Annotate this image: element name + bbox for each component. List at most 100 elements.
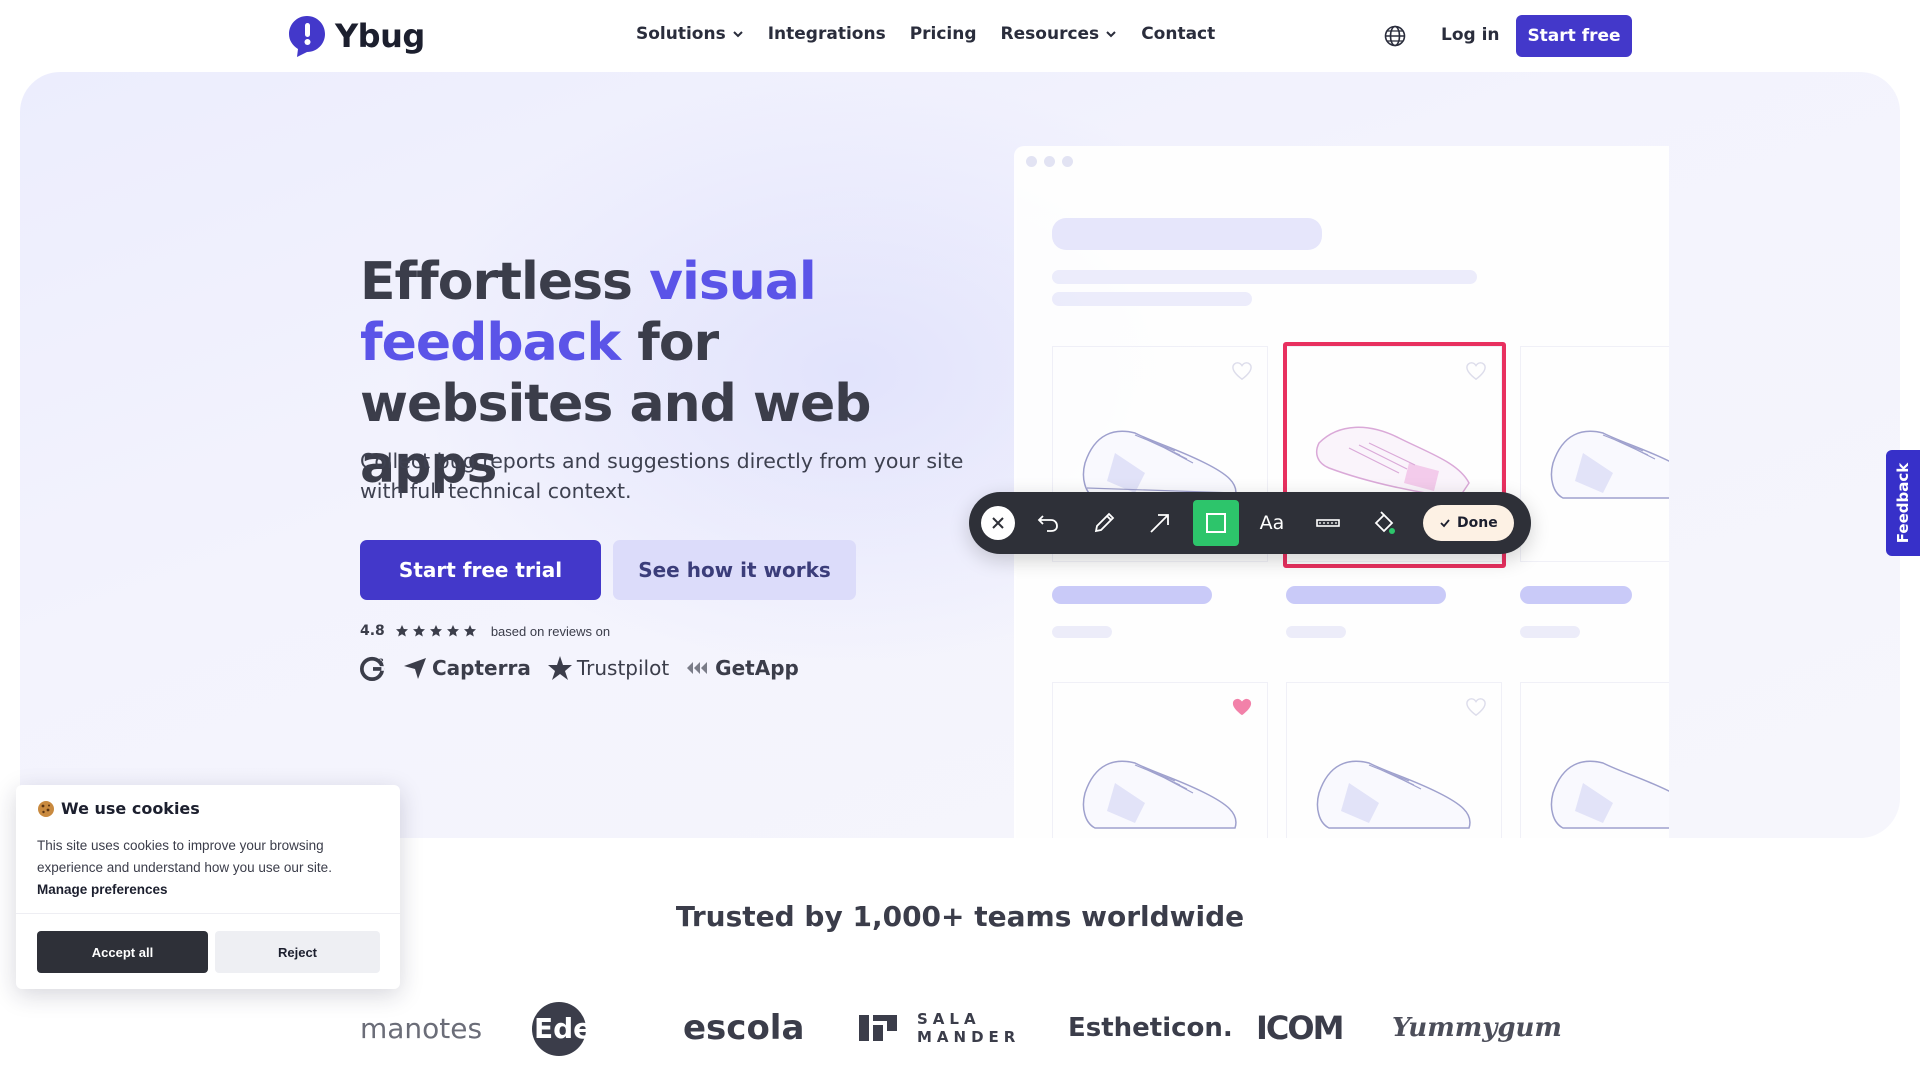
cookie-title-row: We use cookies: [37, 799, 200, 818]
icom-logo: ICOM: [1256, 998, 1344, 1058]
nav-solutions[interactable]: Solutions: [636, 24, 744, 44]
heart-icon[interactable]: [1231, 361, 1253, 381]
capterra-label: Capterra: [432, 656, 531, 680]
nav-pricing-label: Pricing: [909, 24, 977, 44]
placeholder-pill: [1052, 626, 1112, 638]
capterra-logo[interactable]: Capterra: [402, 655, 531, 681]
yummygum-logo: Yummygum: [1392, 998, 1562, 1058]
product-card[interactable]: [1520, 682, 1669, 838]
shoe-image: [1082, 760, 1237, 829]
nav-integrations[interactable]: Integrations: [768, 24, 886, 44]
rating-stars: [395, 624, 477, 638]
check-icon: [1440, 519, 1450, 528]
star-icon: [429, 625, 442, 637]
nav-integrations-label: Integrations: [767, 24, 886, 44]
placeholder-pill: [1052, 586, 1212, 604]
globe-icon[interactable]: [1383, 24, 1407, 48]
cookie-text: This site uses cookies to improve your b…: [37, 838, 332, 875]
capterra-icon: [404, 658, 426, 679]
cookie-icon: [38, 800, 54, 817]
star-icon: [412, 625, 425, 637]
salamander-logo: SALA MANDER: [857, 998, 1020, 1058]
feedback-tab-label: Feedback: [1894, 462, 1913, 544]
yummygum-label: Yummygum: [1392, 1013, 1562, 1043]
shoe-image: [1316, 760, 1471, 829]
nav-resources-label: Resources: [1000, 24, 1100, 44]
star-icon: [463, 625, 476, 637]
cookie-dialog: We use cookies This site uses cookies to…: [16, 785, 400, 989]
text-tool[interactable]: Aa: [1249, 500, 1295, 546]
heart-icon[interactable]: [1465, 697, 1487, 717]
escola-logo: escola: [683, 998, 804, 1058]
getapp-logo[interactable]: GetApp: [685, 655, 799, 681]
product-card[interactable]: [1052, 682, 1268, 838]
ybug-logo[interactable]: Ybug: [287, 14, 425, 58]
salamander-line1: SALA: [917, 1010, 981, 1028]
see-how-it-works-button[interactable]: See how it works: [613, 540, 856, 600]
placeholder-pill: [1520, 626, 1580, 638]
done-button[interactable]: Done: [1423, 505, 1514, 541]
undo-icon[interactable]: [1025, 500, 1071, 546]
hero-subtitle: Collect bug reports and suggestions dire…: [360, 449, 964, 503]
manage-preferences-link[interactable]: Manage preferences: [37, 879, 377, 901]
shoe-image: [1550, 760, 1669, 829]
start-free-button[interactable]: Start free: [1516, 15, 1632, 57]
hero-section: Aa Done Effortless visual feedback for w…: [20, 72, 1900, 838]
blur-icon[interactable]: [1305, 500, 1351, 546]
shoe-image: [1550, 430, 1669, 499]
estheticon-label: Estheticon.: [1068, 1013, 1233, 1043]
done-label: Done: [1457, 515, 1498, 531]
rectangle-icon[interactable]: [1193, 500, 1239, 546]
placeholder-bar: [1052, 270, 1477, 284]
text-tool-label: Aa: [1259, 512, 1285, 534]
color-fill-icon[interactable]: [1361, 500, 1407, 546]
manotes-label: manotes: [360, 1011, 483, 1045]
divider: [16, 913, 400, 914]
accept-all-button[interactable]: Accept all: [37, 931, 208, 973]
product-card[interactable]: [1286, 682, 1502, 838]
trustpilot-star-icon: [547, 656, 572, 680]
nav-contact[interactable]: Contact: [1141, 24, 1215, 44]
getapp-icon: [687, 662, 708, 674]
annotation-toolbar: Aa Done: [969, 492, 1531, 554]
svg-text:2: 2: [379, 656, 384, 665]
nav-pricing[interactable]: Pricing: [910, 24, 977, 44]
nav-resources[interactable]: Resources: [1001, 24, 1118, 44]
placeholder-pill: [1520, 586, 1632, 604]
estheticon-logo: Estheticon.: [1068, 998, 1233, 1058]
feedback-tab[interactable]: Feedback: [1886, 450, 1920, 556]
manotes-logo: manotes: [360, 998, 482, 1058]
site-header: Ybug Solutions Integrations Pricing Reso…: [0, 0, 1920, 72]
main-nav: Solutions Integrations Pricing Resources…: [636, 24, 1215, 44]
escola-label: escola: [683, 1008, 805, 1048]
product-card[interactable]: [1520, 346, 1669, 562]
heart-filled-icon[interactable]: [1231, 697, 1253, 717]
placeholder-pill: [1286, 586, 1446, 604]
login-link[interactable]: Log in: [1441, 25, 1500, 45]
edenred-label: Edenred: [534, 1011, 665, 1045]
ybug-logo-icon: [289, 16, 325, 57]
g2-icon: 2: [360, 656, 385, 681]
arrow-icon[interactable]: [1137, 500, 1183, 546]
reject-button[interactable]: Reject: [215, 931, 380, 973]
star-icon: [395, 625, 408, 637]
nav-solutions-label: Solutions: [636, 24, 726, 44]
salamander-mark-icon: [859, 1015, 897, 1041]
cookie-title: We use cookies: [61, 799, 200, 818]
salamander-wordmark: SALA MANDER: [917, 1010, 1020, 1046]
hero-title-part1: Effortless: [360, 252, 650, 312]
close-icon[interactable]: [981, 506, 1015, 540]
rating-text: based on reviews on: [490, 623, 611, 639]
star-icon: [446, 625, 459, 637]
start-free-trial-button[interactable]: Start free trial: [360, 540, 601, 600]
placeholder-bar: [1052, 218, 1322, 250]
salamander-line2: MANDER: [917, 1028, 1021, 1046]
trustpilot-logo[interactable]: Trustpilot: [547, 655, 669, 681]
icom-label: ICOM: [1256, 1009, 1344, 1047]
nav-contact-label: Contact: [1141, 24, 1216, 44]
pencil-icon[interactable]: [1081, 500, 1127, 546]
cookie-body: This site uses cookies to improve your b…: [37, 835, 377, 901]
g2-logo[interactable]: 2: [360, 655, 386, 681]
rating-row: 4.8 based on reviews on: [360, 623, 610, 639]
placeholder-bar: [1052, 292, 1252, 306]
